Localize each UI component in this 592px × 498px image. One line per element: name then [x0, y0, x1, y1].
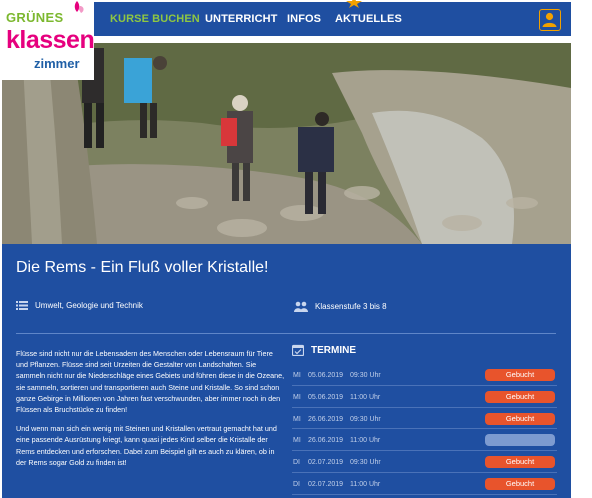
termin-row[interactable]: MI 05.06.2019 09:30 Uhr Gebucht: [292, 364, 557, 386]
main-nav: KURSE BUCHEN UNTERRICHT INFOS AKTUELLES: [94, 0, 571, 36]
grade-meta: Klassenstufe 3 bis 8: [294, 301, 387, 312]
logo-line-1: GRÜNES: [6, 10, 64, 25]
logo-line-2: klassen: [6, 26, 95, 54]
termine-label: TERMINE: [311, 344, 356, 356]
termin-status-badge: Gebucht: [485, 412, 555, 425]
termin-day: DI: [293, 459, 300, 467]
flower-icon: [74, 1, 84, 13]
course-title: Die Rems - Ein Fluß voller Kristalle!: [16, 259, 269, 276]
user-account-button[interactable]: [539, 9, 561, 31]
subject-meta: Umwelt, Geologie und Technik: [16, 301, 143, 310]
termin-date: 05.06.2019: [308, 393, 344, 401]
star-icon: [346, 0, 362, 8]
termin-time: 09:30 Uhr: [350, 415, 381, 423]
termin-status-badge: Gebucht: [485, 390, 555, 403]
description-paragraph: Flüsse sind nicht nur die Lebensadern de…: [16, 349, 285, 415]
logo-line-3: zimmer: [34, 56, 80, 71]
termin-status-badge: Gebucht: [485, 477, 555, 490]
termin-date: 26.06.2019: [308, 415, 344, 423]
termine-list: MI 05.06.2019 09:30 Uhr Gebucht MI 05.06…: [292, 364, 557, 495]
user-icon: [542, 12, 557, 27]
nav-item-infos[interactable]: INFOS: [287, 13, 321, 25]
termin-time: 09:30 Uhr: [350, 459, 381, 467]
calendar-icon: [292, 344, 304, 356]
termin-row[interactable]: DI 02.07.2019 11:00 Uhr Gebucht: [292, 473, 557, 495]
group-icon: [294, 301, 308, 312]
termin-day: MI: [293, 437, 301, 445]
termin-date: 02.07.2019: [308, 480, 344, 488]
grade-label: Klassenstufe 3 bis 8: [315, 302, 387, 311]
description-paragraph: Und wenn man sich ein wenig mit Steinen …: [16, 424, 277, 467]
termin-day: DI: [293, 480, 300, 488]
termin-day: MI: [293, 415, 301, 423]
divider: [16, 333, 556, 334]
termin-status-badge: Gebucht: [485, 456, 555, 469]
termin-time: 11:00 Uhr: [350, 393, 381, 401]
termin-day: MI: [293, 393, 301, 401]
termin-time: 11:00 Uhr: [350, 480, 381, 488]
termin-date: 02.07.2019: [308, 459, 344, 467]
termin-row[interactable]: MI 05.06.2019 11:00 Uhr Gebucht: [292, 386, 557, 408]
site-logo[interactable]: GRÜNES klassen zimmer: [0, 0, 95, 80]
termin-row[interactable]: MI 26.06.2019 11:00 Uhr: [292, 429, 557, 452]
termin-row[interactable]: MI 26.06.2019 09:30 Uhr Gebucht: [292, 408, 557, 430]
nav-item-aktuelles[interactable]: AKTUELLES: [335, 13, 402, 25]
course-description: Flüsse sind nicht nur die Lebensadern de…: [16, 348, 286, 468]
termin-book-button[interactable]: [485, 434, 555, 447]
subject-label: Umwelt, Geologie und Technik: [35, 301, 143, 310]
termin-date: 26.06.2019: [308, 437, 344, 445]
termin-day: MI: [293, 372, 301, 379]
nav-item-kurse-buchen[interactable]: KURSE BUCHEN: [110, 13, 200, 25]
termin-time: 11:00 Uhr: [350, 437, 381, 445]
termin-date: 05.06.2019: [308, 372, 344, 379]
list-icon: [16, 301, 28, 310]
termin-time: 09:30 Uhr: [350, 372, 381, 379]
termine-heading: TERMINE: [292, 344, 356, 356]
termin-row[interactable]: DI 02.07.2019 09:30 Uhr Gebucht: [292, 451, 557, 473]
course-panel: Die Rems - Ein Fluß voller Kristalle! Um…: [2, 244, 571, 498]
termin-status-badge: Gebucht: [485, 369, 555, 381]
nav-item-unterricht[interactable]: UNTERRICHT: [205, 13, 278, 25]
